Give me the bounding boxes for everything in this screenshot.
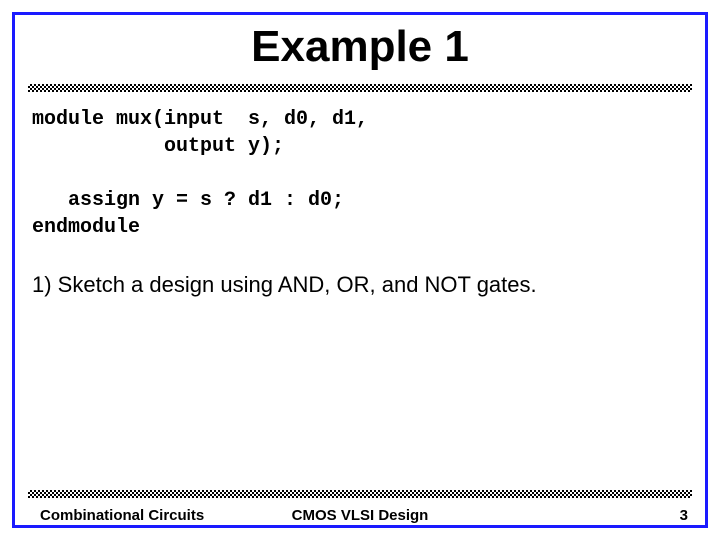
slide: Example 1 module mux(input s, d0, d1, ou… (0, 0, 720, 540)
code-line: endmodule (32, 216, 140, 239)
slide-title: Example 1 (0, 22, 720, 72)
code-line: module mux(input s, d0, d1, (32, 108, 368, 131)
checker-pattern (28, 490, 692, 498)
footer-page-number: 3 (680, 507, 688, 524)
code-line: output y); (32, 135, 284, 158)
code-line: assign y = s ? d1 : d0; (32, 189, 344, 212)
question-text: 1) Sketch a design using AND, OR, and NO… (32, 272, 537, 298)
divider-bottom (28, 490, 692, 498)
checker-pattern (28, 84, 692, 92)
footer-center: CMOS VLSI Design (0, 507, 720, 524)
code-block: module mux(input s, d0, d1, output y); a… (32, 106, 368, 241)
divider-top (28, 84, 692, 92)
